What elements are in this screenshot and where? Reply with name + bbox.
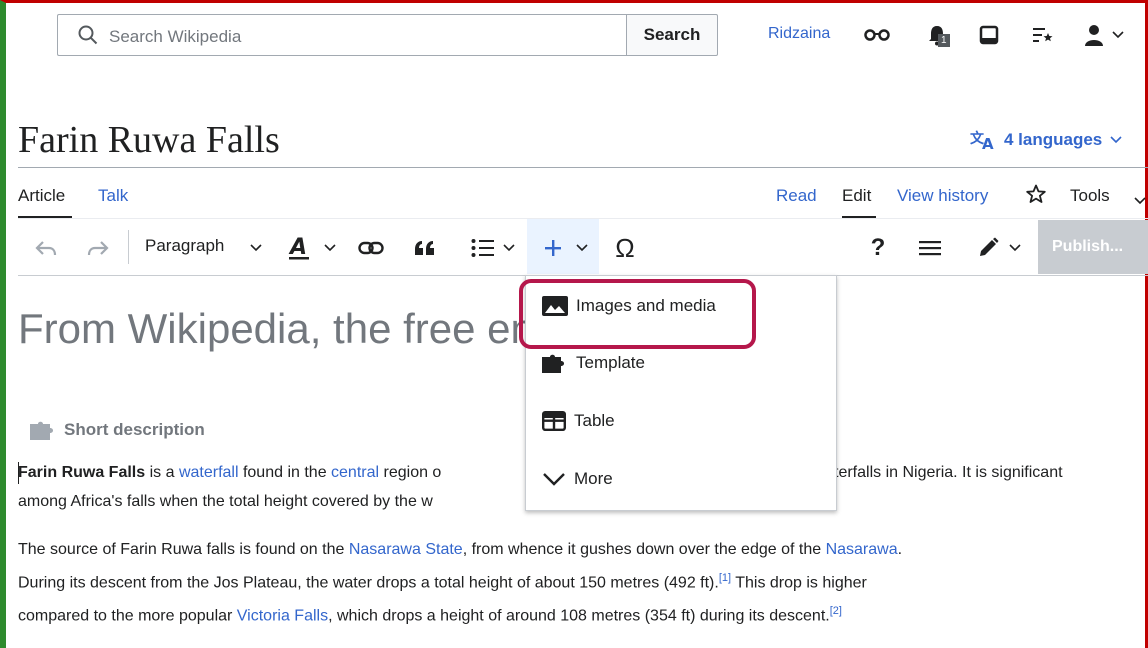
puzzle-piece-icon [542,354,564,373]
notice-count-badge: 1 [938,34,950,47]
text: This drop is higher [731,574,867,592]
text: is a [145,464,179,481]
menu-item-label: Template [576,353,645,372]
table-icon [542,411,566,431]
text-style-icon: A [288,235,309,260]
chevron-down-icon [543,473,565,486]
pencil-icon [980,237,999,256]
notifications-bell-icon[interactable]: 1 [920,22,954,48]
search-placeholder: Search Wikipedia [109,27,242,46]
reference-2[interactable]: [2] [830,605,842,617]
watch-star-icon[interactable] [1026,184,1046,209]
user-menu-dropdown[interactable] [1084,22,1142,48]
link-nasarawa[interactable]: Nasarawa [826,541,898,558]
chevron-down-icon [1134,192,1146,210]
language-selector[interactable]: 文 A 4 languages [970,130,1122,150]
chevron-down-icon [1009,244,1021,252]
edit-mode-dropdown[interactable] [968,234,1030,262]
chevron-down-icon [1110,136,1122,144]
tab-article[interactable]: Article [18,186,65,206]
text: compared to the more popular [18,607,237,625]
menu-item-table[interactable]: Table [542,411,615,431]
menu-item-label: Table [574,411,615,430]
paragraph-1-continued: terfalls in Nigeria. It is significant [834,464,1063,481]
search-input[interactable]: Search Wikipedia [57,14,627,56]
menu-item-more[interactable]: More [542,469,613,489]
short-description-template[interactable]: Short description [30,420,205,440]
chevron-down-icon [1112,31,1124,39]
reference-1[interactable]: [1] [719,572,731,584]
chevron-down-icon [324,244,336,252]
text: . [897,541,903,558]
svg-text:A: A [288,235,307,260]
menu-item-template[interactable]: Template [542,353,645,373]
menu-item-label: More [574,469,613,488]
user-page-link[interactable]: Ridzaina [768,25,830,43]
link-nasarawa-state[interactable]: Nasarawa State [349,541,463,558]
annotation-highlight-box [519,279,756,349]
tools-menu[interactable]: Tools [1070,186,1110,206]
search-button[interactable]: Search [626,14,718,56]
list-dropdown[interactable] [462,234,524,262]
redo-icon[interactable] [84,234,112,262]
short-description-label: Short description [64,420,205,439]
text: , from whence it gushes down over the ed… [462,541,826,558]
text-style-dropdown[interactable]: A [282,234,342,262]
help-icon[interactable]: ? [866,234,890,262]
page-options-menu-icon[interactable] [916,234,944,262]
undo-icon[interactable] [32,234,60,262]
link-central[interactable]: central [331,464,379,481]
bold-term: Farin Ruwa Falls [18,464,146,481]
puzzle-piece-icon [30,421,53,440]
paragraph-format-dropdown[interactable]: Paragraph [145,236,224,256]
plus-icon [545,240,561,256]
paragraph-2[interactable]: The source of Farin Ruwa falls is found … [18,535,1138,631]
watchlist-glasses-icon[interactable] [864,22,890,48]
translate-icon: 文 A [970,130,994,150]
link-victoria-falls[interactable]: Victoria Falls [237,608,328,625]
user-avatar-icon [1085,25,1103,46]
toolbar-separator [128,230,129,264]
watchlist-star-list-icon[interactable] [1030,22,1056,48]
chevron-down-icon [576,244,588,252]
chevron-down-icon [246,234,266,262]
tab-view-history[interactable]: View history [897,186,988,206]
text: The source of Farin Ruwa falls is found … [18,541,349,558]
publish-button[interactable]: Publish... [1038,220,1148,274]
svg-text:A: A [982,135,994,150]
text: region o [379,464,442,481]
chevron-down-icon [503,244,515,252]
tab-edit[interactable]: Edit [842,186,871,206]
page-title: Farin Ruwa Falls [18,119,280,161]
title-divider [18,167,1148,168]
link-waterfall[interactable]: waterfall [179,464,239,481]
tab-talk[interactable]: Talk [98,186,128,206]
cite-quote-icon[interactable] [410,234,440,262]
text: found in the [238,464,332,481]
text: , which drops a height of around 108 met… [328,607,830,625]
bullet-list-icon [471,239,494,257]
search-icon [78,25,98,45]
special-character-omega-icon[interactable]: Ω [610,233,640,263]
talk-notices-tray-icon[interactable] [976,22,1002,48]
languages-label: 4 languages [1004,130,1103,149]
insert-dropdown[interactable] [538,234,594,262]
tab-read[interactable]: Read [776,186,817,206]
text: During its descent from the Jos Plateau,… [18,574,719,592]
link-icon[interactable] [354,234,388,262]
